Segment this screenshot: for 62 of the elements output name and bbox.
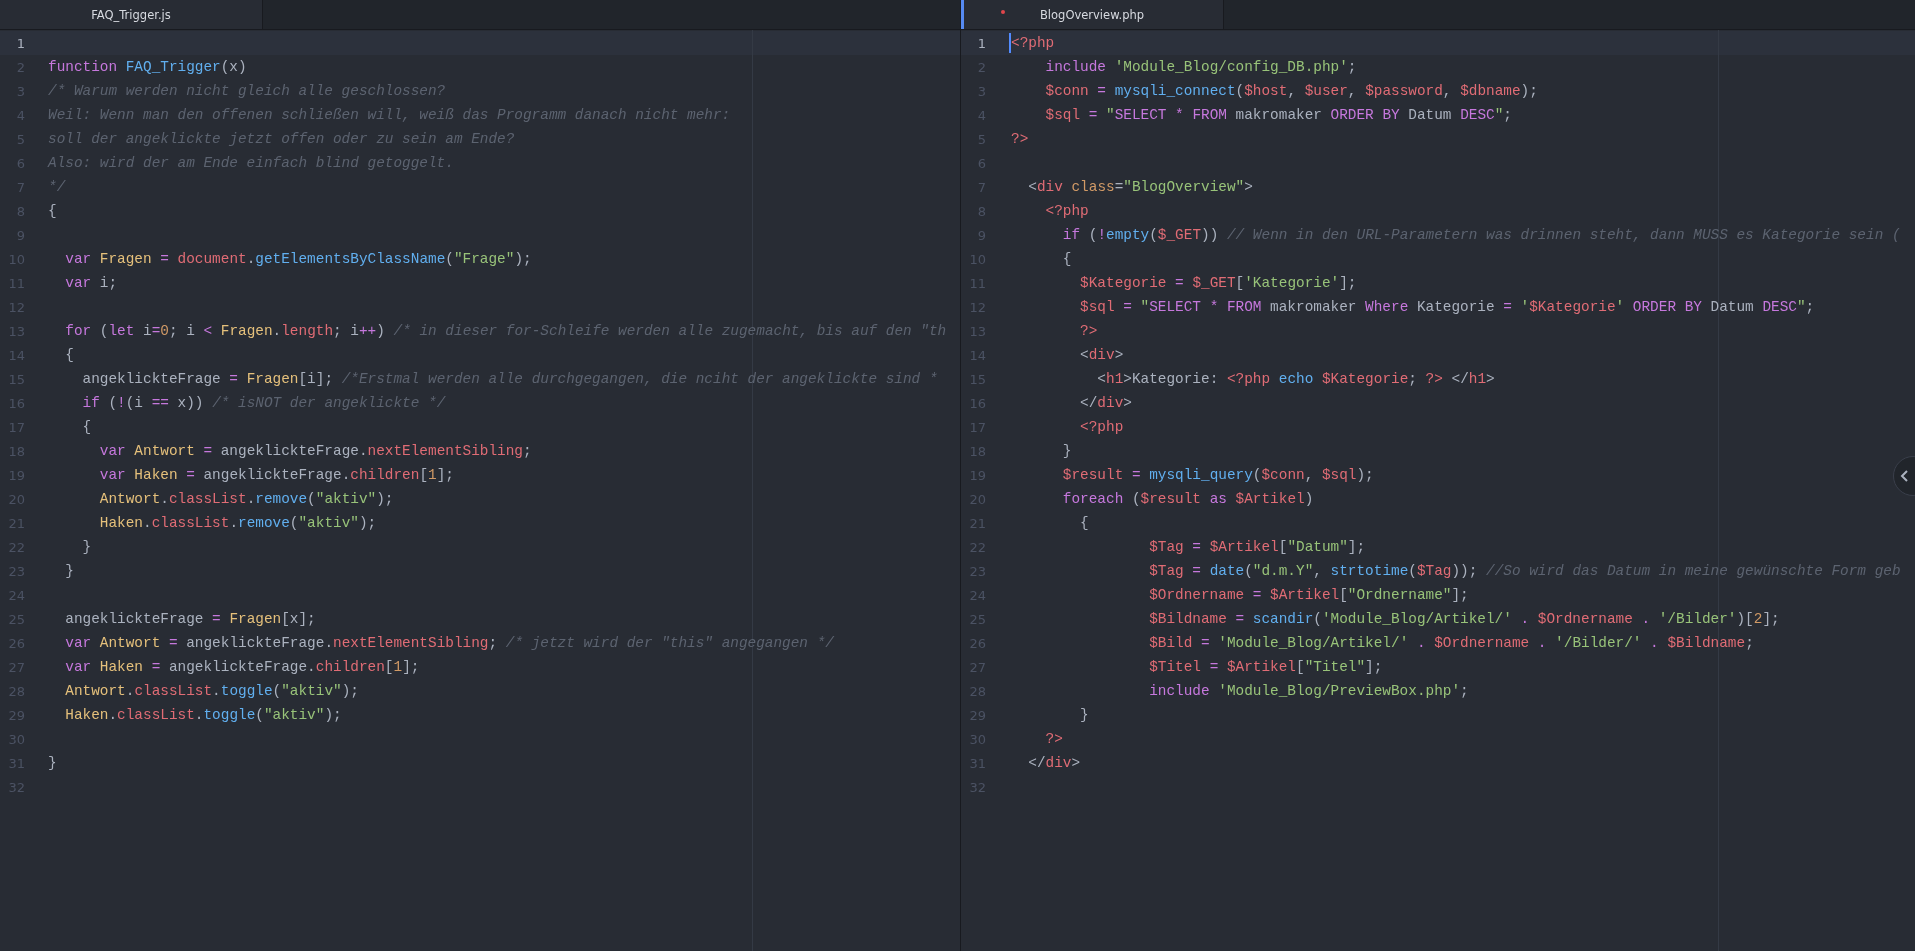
chevron-icon xyxy=(1900,470,1908,482)
line-number: 1 xyxy=(976,35,986,51)
code-line: Haken.classList.remove("aktiv"); xyxy=(98,515,377,531)
code-line: { xyxy=(1079,515,1089,531)
code-line: function FAQ_Trigger(x) xyxy=(48,59,247,75)
code-line: include 'Module_Blog/PreviewBox.php'; xyxy=(1148,683,1469,699)
code-line: $Titel = $Artikel["Titel"]; xyxy=(1148,659,1383,675)
code-line: $Bildname = scandir('Module_Blog/Artikel/' . $Ordnername . '/Bilder')[2]; xyxy=(1148,611,1780,627)
code-line: var i; xyxy=(64,275,118,291)
code-line: include 'Module_Blog/config_DB.php'; xyxy=(1044,59,1357,75)
code-line: } xyxy=(64,563,74,579)
code-line: } xyxy=(81,539,92,555)
code-line: $Bild = 'Module_Blog/Artikel/' . $Ordnername . '/Bilder/' . $Bildname; xyxy=(1148,635,1754,651)
text-cursor xyxy=(1009,33,1011,53)
code-line: <div> xyxy=(1079,347,1124,363)
code-line: $conn = mysqli_connect($host, $user, $password, $dbname); xyxy=(1044,83,1538,99)
code-line: $sql = "SELECT * FROM makromaker ORDER BY Datum DESC"; xyxy=(1044,107,1512,123)
code-line: ?> xyxy=(1011,131,1029,147)
code-line: $Kategorie = $_GET['Kategorie']; xyxy=(1079,275,1357,291)
code-line: Antwort.classList.remove("aktiv"); xyxy=(98,491,394,507)
code-line: { xyxy=(64,347,74,363)
code-line: Also: wird der am Ende einfach blind getoggelt. xyxy=(48,155,454,171)
code-line: } xyxy=(1061,443,1072,459)
line-number: 1 xyxy=(15,35,26,51)
code-line: </div> xyxy=(1027,755,1081,771)
code-line: <?php xyxy=(1011,35,1055,51)
code-line: $sql = "SELECT * FROM makromaker Where Kategorie = '$Kategorie' ORDER BY Datum DESC"; xyxy=(1079,299,1815,315)
code-line: <?php xyxy=(1044,203,1089,219)
file-tab[interactable]: FAQ_Trigger.js xyxy=(0,0,263,29)
code-line: /* Warum werden nicht gleich alle geschlossen? xyxy=(48,83,446,99)
code-line: var Antwort = angeklickteFrage.nextElementSibling; xyxy=(98,443,532,459)
code-line: Haken.classList.toggle("aktiv"); xyxy=(64,707,342,723)
code-line: soll der angeklickte jetzt offen oder zu sein am Ende? xyxy=(48,131,515,147)
code-line: { xyxy=(48,203,57,219)
code-line: </div> xyxy=(1079,395,1132,411)
code-line: { xyxy=(1061,251,1072,267)
code-line: for (let i=0; i < Fragen.length; i++) /* in dieser for-Schleife werden alle zugemacht, bis auf den "th xyxy=(64,323,947,339)
code-line: var Antwort = angeklickteFrage.nextElementSibling; /* jetzt wird der "this" angegangen */ xyxy=(64,635,834,651)
code-line: var Haken = angeklickteFrage.children[1]; xyxy=(98,467,454,483)
code-line: { xyxy=(81,419,92,435)
code-line: <div class="BlogOverview"> xyxy=(1027,179,1253,195)
code-line: angeklickteFrage = Fragen[i]; /*Erstmal werden alle durchgegangen, die nciht der angeklickte sind * xyxy=(81,371,938,387)
file-tab[interactable]: BlogOverview.php xyxy=(961,0,1224,29)
code-line: } xyxy=(48,755,57,771)
code-line: ?> xyxy=(1044,731,1063,747)
code-line: ?> xyxy=(1079,323,1098,339)
code-line: */ xyxy=(48,179,66,195)
code-line: Weil: Wenn man den offenen schließen will, weiß das Programm danach nicht mehr: xyxy=(48,107,731,123)
code-line: if (!empty($_GET)) // Wenn in den URL-Parametern was drinnen steht, dann MUSS es Kategorie sein ( xyxy=(1061,227,1901,243)
code-line: $result = mysqli_query($conn, $sql); xyxy=(1061,467,1374,483)
code-line: foreach ($result as $Artikel) xyxy=(1061,491,1314,507)
code-line: Antwort.classList.toggle("aktiv"); xyxy=(64,683,359,699)
code-line: $Ordnername = $Artikel["Ordnername"]; xyxy=(1148,587,1469,603)
code-line: <?php xyxy=(1079,419,1124,435)
code-line: } xyxy=(1079,707,1089,723)
code-line: angeklickteFrage = Fragen[x]; xyxy=(64,611,316,627)
code-line: var Fragen = document.getElementsByClassName("Frage"); xyxy=(64,251,532,267)
code-line: var Haken = angeklickteFrage.children[1]; xyxy=(64,659,420,675)
code-line: $Tag = $Artikel["Datum"]; xyxy=(1148,539,1366,555)
code-line: if (!(i == x)) /* isNOT der angeklickte */ xyxy=(81,395,446,411)
code-line: $Tag = date("d.m.Y", strtotime($Tag)); //So wird das Datum in meine gewünschte Form geb xyxy=(1148,563,1901,579)
code-line: <h1>Kategorie: <?php echo $Kategorie; ?> </h1> xyxy=(1096,371,1495,387)
